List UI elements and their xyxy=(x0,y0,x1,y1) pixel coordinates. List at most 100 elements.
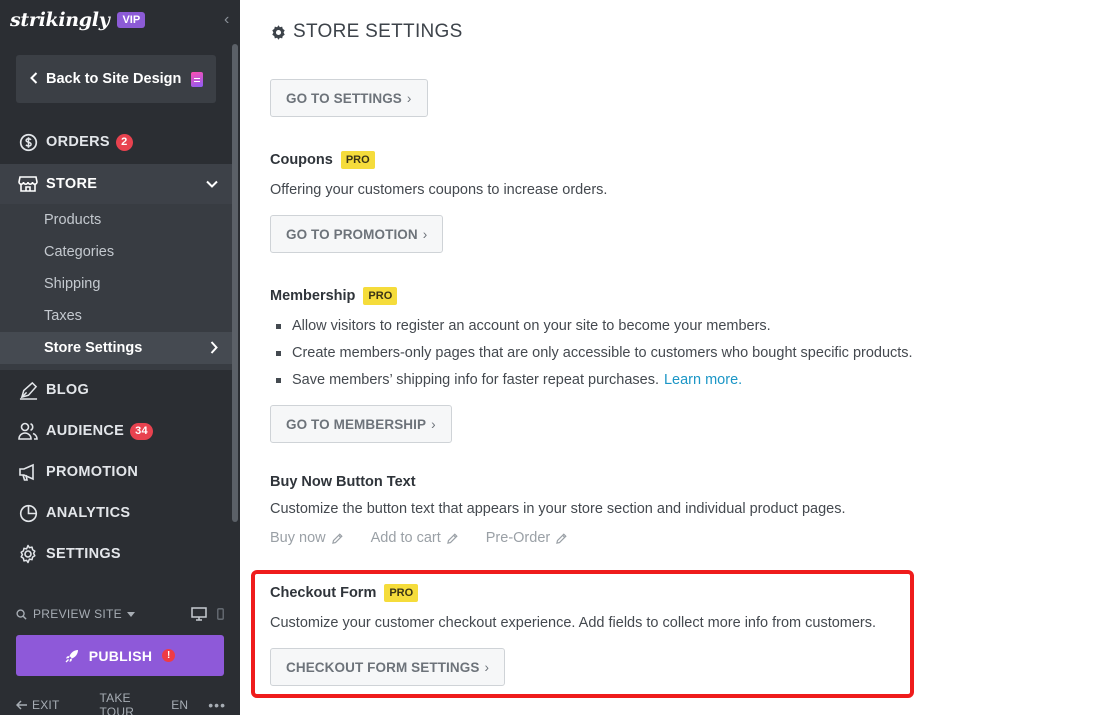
sidebar-item-settings[interactable]: SETTINGS xyxy=(0,534,232,574)
go-to-promotion-button[interactable]: GO TO PROMOTION › xyxy=(270,215,444,253)
pie-chart-icon xyxy=(18,503,38,523)
sidebar-item-promotion[interactable]: PROMOTION xyxy=(0,452,232,492)
vip-badge: VIP xyxy=(117,12,146,28)
highlight-annotation-box xyxy=(251,570,914,698)
sidebar-item-label: PROMOTION xyxy=(46,464,139,480)
megaphone-icon xyxy=(18,462,38,482)
sidebar-item-audience[interactable]: AUDIENCE 34 xyxy=(0,411,232,451)
caret-down-icon[interactable] xyxy=(126,611,135,617)
logo-text: strikingly xyxy=(10,9,110,31)
dollar-circle-icon xyxy=(18,132,38,152)
sidebar-subitem-categories[interactable]: Categories xyxy=(0,236,232,268)
back-to-site-design-button[interactable]: Back to Site Design xyxy=(16,55,216,103)
sidebar-item-label: ORDERS xyxy=(46,134,110,150)
section-title-text: Membership xyxy=(270,288,356,304)
learn-more-link[interactable]: Learn more. xyxy=(664,372,742,388)
gear-icon xyxy=(18,544,38,564)
collapse-sidebar-icon[interactable]: ‹ xyxy=(224,12,236,28)
section-title-text: Coupons xyxy=(270,152,333,168)
publish-button[interactable]: PUBLISH ! xyxy=(16,635,224,676)
sidebar-subitem-taxes[interactable]: Taxes xyxy=(0,300,232,332)
buy-now-text-option[interactable]: Buy now xyxy=(270,530,343,546)
language-selector[interactable]: EN xyxy=(171,698,188,712)
option-label: Pre-Order xyxy=(485,530,551,546)
users-icon xyxy=(18,421,38,441)
pencil-icon xyxy=(331,532,343,544)
sidebar-item-blog[interactable]: BLOG xyxy=(0,370,232,410)
more-options-icon[interactable]: ••• xyxy=(208,697,226,713)
sidebar-item-label: BLOG xyxy=(46,382,90,398)
take-tour-button[interactable]: TAKE TOUR xyxy=(99,691,151,715)
publish-label: PUBLISH xyxy=(88,647,153,664)
sidebar: strikingly VIP ‹ Back to Site Design ORD… xyxy=(0,0,240,715)
preview-site-button[interactable]: PREVIEW SITE xyxy=(33,607,122,621)
sidebar-subitem-products[interactable]: Products xyxy=(0,204,232,236)
sidebar-item-label: STORE xyxy=(46,176,98,192)
bullet-square-icon xyxy=(276,350,281,356)
button-label: GO TO PROMOTION xyxy=(286,226,418,242)
pencil-icon xyxy=(556,532,567,544)
back-button-label: Back to Site Design xyxy=(46,71,182,87)
membership-section-title: Membership PRO xyxy=(270,287,398,305)
pro-badge: PRO xyxy=(363,287,398,305)
chevron-left-icon xyxy=(30,71,38,88)
button-label: GO TO SETTINGS xyxy=(286,90,402,106)
preview-site-row: PREVIEW SITE xyxy=(16,605,224,623)
sidebar-item-label: ANALYTICS xyxy=(46,505,131,521)
bullet-square-icon xyxy=(276,323,281,329)
audience-count-badge: 34 xyxy=(130,422,153,440)
pro-badge: PRO xyxy=(340,151,375,169)
exit-label: EXIT xyxy=(32,698,60,712)
sidebar-item-store[interactable]: STORE xyxy=(0,164,232,204)
bullet-square-icon xyxy=(276,377,281,383)
main-content: STORE SETTINGS GO TO SETTINGS › Coupons … xyxy=(240,0,1101,715)
sidebar-item-label: SETTINGS xyxy=(46,546,121,562)
pen-nib-icon xyxy=(18,380,38,400)
rocket-icon xyxy=(65,649,79,663)
page-title-text: STORE SETTINGS xyxy=(293,21,463,42)
page-title: STORE SETTINGS xyxy=(270,21,463,43)
pre-order-text-option[interactable]: Pre-Order xyxy=(486,530,567,546)
button-label: GO TO MEMBERSHIP xyxy=(286,416,427,432)
go-to-settings-button[interactable]: GO TO SETTINGS › xyxy=(270,79,428,117)
gear-icon xyxy=(270,24,287,41)
search-magnifier-icon xyxy=(16,608,27,620)
buy-now-section-title: Buy Now Button Text xyxy=(270,474,416,490)
mobile-preview-icon[interactable] xyxy=(217,608,224,620)
membership-bullet: Allow visitors to register an account on… xyxy=(276,318,771,334)
storefront-icon xyxy=(18,174,38,194)
chevron-right-icon xyxy=(210,341,218,358)
brand-logo[interactable]: strikingly VIP xyxy=(10,6,146,34)
sidebar-item-analytics[interactable]: ANALYTICS xyxy=(0,493,232,533)
desktop-preview-icon[interactable] xyxy=(191,607,207,621)
sidebar-subitem-label: Store Settings xyxy=(44,340,143,356)
sidebar-scrollbar[interactable] xyxy=(232,44,238,522)
sidebar-item-orders[interactable]: ORDERS 2 xyxy=(0,122,232,162)
chevron-down-icon xyxy=(206,176,218,192)
exit-arrow-icon xyxy=(16,700,28,710)
chevron-right-icon: › xyxy=(431,416,436,432)
sidebar-footer: EXIT TAKE TOUR EN ••• xyxy=(16,691,226,715)
add-to-cart-text-option[interactable]: Add to cart xyxy=(371,530,458,546)
chevron-right-icon: › xyxy=(406,90,412,106)
sidebar-subitem-shipping[interactable]: Shipping xyxy=(0,268,232,300)
bullet-text: Save members’ shipping info for faster r… xyxy=(292,372,659,388)
sidebar-subitem-store-settings[interactable]: Store Settings xyxy=(0,332,232,364)
pencil-icon xyxy=(446,532,458,544)
alert-icon: ! xyxy=(162,649,176,662)
button-text-options: Buy now Add to cart Pre-Order xyxy=(270,530,595,546)
bullet-text: Create members-only pages that are only … xyxy=(292,345,913,361)
exit-button[interactable]: EXIT xyxy=(16,698,79,712)
membership-bullet: Save members’ shipping info for faster r… xyxy=(276,372,742,388)
option-label: Add to cart xyxy=(370,530,441,546)
document-icon xyxy=(191,71,204,87)
section-title-text: Buy Now Button Text xyxy=(270,474,416,490)
chevron-right-icon: › xyxy=(422,226,428,242)
coupons-description: Offering your customers coupons to incre… xyxy=(270,182,608,198)
store-submenu: Products Categories Shipping Taxes Store… xyxy=(0,204,232,370)
bullet-text: Allow visitors to register an account on… xyxy=(292,318,771,334)
membership-bullet: Create members-only pages that are only … xyxy=(276,345,913,361)
buy-now-description: Customize the button text that appears i… xyxy=(270,501,846,517)
coupons-section-title: Coupons PRO xyxy=(270,151,375,169)
go-to-membership-button[interactable]: GO TO MEMBERSHIP › xyxy=(270,405,452,443)
